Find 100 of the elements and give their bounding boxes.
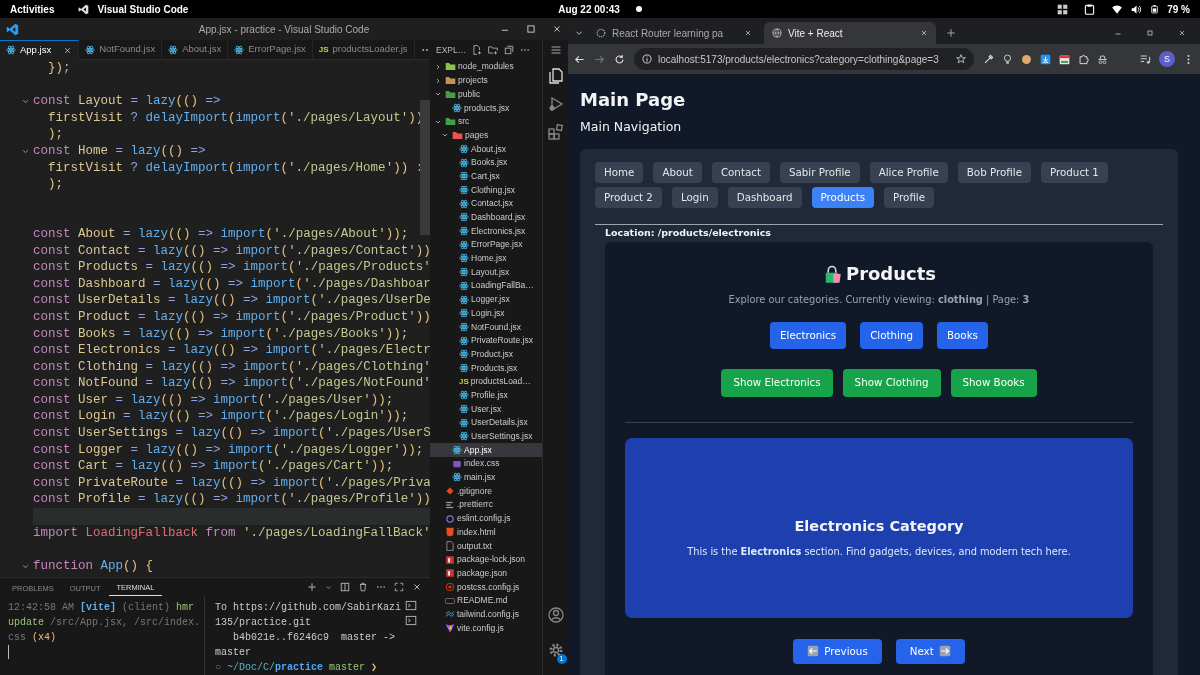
file-tree-item[interactable]: UserSettings.jsx <box>430 429 542 444</box>
close-icon[interactable] <box>1178 29 1186 37</box>
terminal-icon[interactable] <box>405 615 417 627</box>
previous-button[interactable]: Previous <box>793 638 882 664</box>
hat-icon[interactable] <box>1097 53 1108 65</box>
file-tree-item[interactable]: src <box>430 114 542 129</box>
file-tree-item[interactable]: .gitignore <box>430 484 542 498</box>
plus-icon[interactable] <box>307 582 317 593</box>
dropper-icon[interactable] <box>983 53 994 65</box>
app-name[interactable]: Visual Studio Code <box>97 1 189 17</box>
nav-link[interactable]: Home <box>595 161 644 183</box>
files-icon[interactable] <box>547 68 564 84</box>
file-tree-item[interactable]: index.html <box>430 525 542 540</box>
file-tree-item[interactable]: NotFound.jsx <box>430 320 542 334</box>
maximize-icon[interactable] <box>1146 29 1154 37</box>
file-tree-item[interactable]: Logger.jsx <box>430 292 542 307</box>
file-tree-item[interactable]: Dashboard.jsx <box>430 210 542 225</box>
close-icon[interactable] <box>63 45 73 55</box>
file-tree-item[interactable]: Cart.jsx <box>430 169 542 184</box>
browser-tab[interactable]: Vite + React <box>764 22 936 44</box>
editor-tab[interactable]: App.jsx <box>0 39 80 60</box>
new-file-icon[interactable] <box>472 45 483 55</box>
file-tree-item[interactable]: Books.jsx <box>430 155 542 170</box>
nav-link[interactable]: Products <box>811 186 875 208</box>
chevron-icon[interactable] <box>434 76 442 85</box>
file-tree-item[interactable]: User.jsx <box>430 402 542 416</box>
profile-avatar[interactable]: S <box>1159 51 1175 67</box>
file-tree-item[interactable]: postcss.config.js <box>430 580 542 594</box>
puzzle-icon[interactable] <box>1078 53 1089 65</box>
fold-chevron-icon[interactable] <box>21 97 30 106</box>
close-icon[interactable] <box>920 29 928 37</box>
file-tree-item[interactable]: package-lock.json <box>430 552 542 567</box>
file-tree-item[interactable]: pages <box>430 128 542 143</box>
editor-tab[interactable]: About.jsx <box>162 39 229 60</box>
bulb-icon[interactable] <box>1002 53 1013 65</box>
file-tree-item[interactable]: JS productsLoad… <box>430 374 542 389</box>
file-tree-item[interactable]: Contact.jsx <box>430 196 542 211</box>
file-tree-item[interactable]: package.json <box>430 566 542 581</box>
file-tree-item[interactable]: Product.jsx <box>430 347 542 362</box>
grid-icon[interactable] <box>1057 3 1069 15</box>
nav-link[interactable]: Product 2 <box>595 186 662 208</box>
maximize-icon[interactable] <box>394 582 404 593</box>
editor-tab[interactable]: JS productsLoader.js <box>312 39 415 60</box>
browser-tab[interactable]: React Router learning pa <box>588 22 760 44</box>
file-tree-item[interactable]: public <box>430 87 542 102</box>
volume-icon[interactable] <box>1131 3 1143 15</box>
star-icon[interactable] <box>956 54 966 64</box>
category-button[interactable]: Books <box>937 321 988 350</box>
account-icon[interactable] <box>547 607 564 623</box>
maximize-icon[interactable] <box>526 24 536 34</box>
file-tree-item[interactable]: README.md <box>430 593 542 608</box>
editor-tab[interactable]: NotFound.jsx <box>79 39 163 60</box>
battery-icon[interactable] <box>1150 3 1160 15</box>
address-field[interactable]: localhost:5173/products/electronics?category=clothing&page=3 <box>634 48 974 70</box>
back-icon[interactable] <box>574 53 585 65</box>
nav-link[interactable]: Dashboard <box>727 186 802 208</box>
file-tree-item[interactable]: Clothing.jsx <box>430 183 542 197</box>
file-tree-item[interactable]: products.jsx <box>430 101 542 115</box>
file-tree-item[interactable]: LoadingFallBa… <box>430 279 542 293</box>
file-tree-item[interactable]: .prettierrc <box>430 498 542 512</box>
split-icon[interactable] <box>340 582 350 593</box>
file-tree-item[interactable]: App.jsx <box>430 443 542 457</box>
category-button[interactable]: Clothing <box>860 321 923 350</box>
file-tree-item[interactable]: Electronics.jsx <box>430 224 542 238</box>
close-icon[interactable] <box>744 29 752 37</box>
editor-tab[interactable]: ErrorPage.jsx <box>228 39 313 60</box>
clipboard-icon[interactable] <box>1084 3 1096 15</box>
collapse-icon[interactable] <box>504 45 515 55</box>
file-tree-item[interactable]: vite.config.js <box>430 621 542 635</box>
file-tree-item[interactable]: projects <box>430 73 542 88</box>
file-tree-item[interactable]: Layout.jsx <box>430 265 542 279</box>
new-folder-icon[interactable] <box>488 45 499 55</box>
nav-link[interactable]: Login <box>671 186 718 208</box>
settings-icon[interactable] <box>547 641 564 658</box>
file-tree-item[interactable]: PrivateRoute.jsx <box>430 333 542 348</box>
wifi-icon[interactable] <box>1111 3 1124 15</box>
file-tree-item[interactable]: main.jsx <box>430 470 542 485</box>
file-tree-item[interactable]: Login.jsx <box>430 306 542 321</box>
file-tree-item[interactable]: Profile.jsx <box>430 388 542 403</box>
file-tree-item[interactable]: index.css <box>430 456 542 471</box>
nav-link[interactable]: Bob Profile <box>957 161 1031 183</box>
file-tree-item[interactable]: UserDetails.jsx <box>430 415 542 430</box>
file-tree-item[interactable]: output.txt <box>430 539 542 553</box>
nav-link[interactable]: About <box>653 161 702 183</box>
chevron-icon[interactable] <box>434 62 442 71</box>
nav-link[interactable]: Sabir Profile <box>779 161 860 183</box>
calendar-icon[interactable] <box>1059 53 1070 65</box>
clock[interactable]: Aug 22 00:43 <box>558 1 620 17</box>
file-tree-item[interactable]: Home.jsx <box>430 251 542 266</box>
next-button[interactable]: Next <box>895 638 965 664</box>
close-icon[interactable] <box>552 24 562 34</box>
blocks-icon[interactable] <box>547 124 564 140</box>
file-tree-item[interactable]: Products.jsx <box>430 361 542 375</box>
activities-button[interactable]: Activities <box>10 1 55 17</box>
caret-icon[interactable] <box>325 583 332 591</box>
scrollbar[interactable] <box>420 100 430 235</box>
reload-icon[interactable] <box>614 53 625 65</box>
download-icon[interactable] <box>1040 53 1051 65</box>
file-tree-item[interactable]: node_modules <box>430 60 542 74</box>
nav-link[interactable]: Contact <box>711 161 770 183</box>
